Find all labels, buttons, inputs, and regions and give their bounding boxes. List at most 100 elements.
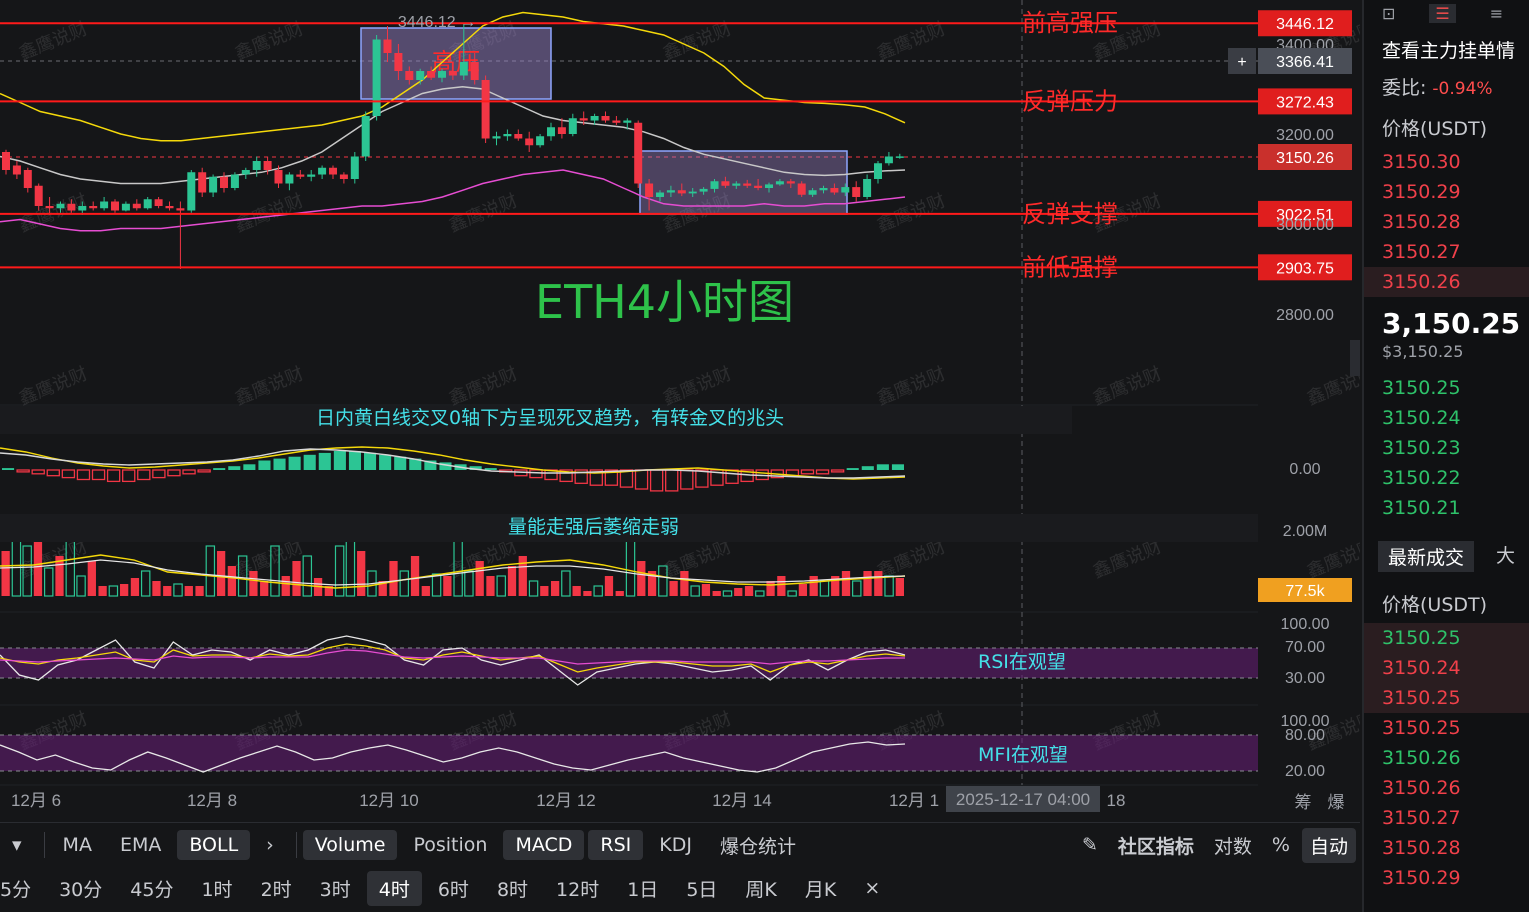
indicator-macd[interactable]: MACD xyxy=(503,830,585,860)
tf-1h[interactable]: 1时 xyxy=(189,871,244,906)
community-indicators-button[interactable]: 社区指标 xyxy=(1110,828,1202,863)
ask-row[interactable]: 3150.30 xyxy=(1364,147,1529,177)
candle-body xyxy=(121,203,130,211)
liquidation-button[interactable]: 爆 xyxy=(1328,793,1345,812)
tf-8h[interactable]: 8时 xyxy=(485,871,540,906)
chip-distribution-button[interactable]: 筹 xyxy=(1295,793,1312,812)
panel-collapse-handle[interactable] xyxy=(1350,340,1360,376)
volume-bar xyxy=(680,571,689,596)
candle-body xyxy=(895,156,904,158)
chart-title: ETH4小时图 xyxy=(535,275,794,329)
trades-list: 3150.25 3150.24 3150.25 3150.25 3150.26 3150.… xyxy=(1364,623,1529,893)
indicator-rsi[interactable]: RSI xyxy=(588,830,644,860)
plus-icon: + xyxy=(1237,54,1246,71)
ask-row[interactable]: 3150.26 xyxy=(1364,267,1529,297)
tf-6h[interactable]: 6时 xyxy=(426,871,481,906)
indicator-boll[interactable]: BOLL xyxy=(177,830,251,860)
trade-row: 3150.25 xyxy=(1364,683,1529,713)
tf-45m[interactable]: 45分 xyxy=(118,871,185,906)
orderbook-title[interactable]: 查看主力挂单情 xyxy=(1364,26,1529,63)
tf-5m[interactable]: 5分 xyxy=(0,871,43,906)
candle-body xyxy=(34,185,43,206)
macd-histogram-bar xyxy=(891,464,904,470)
price-chart[interactable]: 鑫鹰说财 鑫鹰说财 鑫鹰说财 鑫鹰说财 鑫鹰说财 鑫鹰说财 鑫鹰说财鑫鹰说财 鑫鹰说财 鑫鹰说财… xyxy=(0,0,1360,820)
tf-30m[interactable]: 30分 xyxy=(47,871,114,906)
more-main-indicators-icon[interactable]: › xyxy=(254,830,286,860)
volume-bar xyxy=(701,584,711,596)
time-axis-label: 12月 10 xyxy=(359,791,419,810)
candle-body xyxy=(884,156,893,164)
layout-icon[interactable]: ⊡ xyxy=(1382,4,1395,23)
chart-area[interactable]: 鑫鹰说财 鑫鹰说财 鑫鹰说财 鑫鹰说财 鑫鹰说财 鑫鹰说财 鑫鹰说财 鑫鹰说财 鑫鹰说财 鑫鹰说财… xyxy=(0,0,1360,820)
ask-row[interactable]: 3150.27 xyxy=(1364,237,1529,267)
mfi-tick-label: 80.00 xyxy=(1285,727,1325,744)
candle-body xyxy=(143,199,152,209)
candle-body xyxy=(830,188,839,193)
current-price-text: 3150.26 xyxy=(1276,150,1334,167)
tf-5d[interactable]: 5日 xyxy=(674,871,729,906)
list-view-icon[interactable]: ≡ xyxy=(1490,4,1503,23)
candle-body xyxy=(536,136,545,146)
tf-4h[interactable]: 4时 xyxy=(366,870,422,906)
volume-bar xyxy=(389,561,398,596)
candle-body xyxy=(78,206,87,211)
tf-week[interactable]: 周K xyxy=(733,871,788,906)
last-price-block: 3,150.25 $3,150.25 xyxy=(1364,297,1529,361)
edit-icon[interactable]: ✎ xyxy=(1074,830,1106,860)
order-ratio-value: -0.94% xyxy=(1432,79,1493,99)
indicator-ma[interactable]: MA xyxy=(51,830,104,860)
bid-row[interactable]: 3150.24 xyxy=(1364,403,1529,433)
tf-3h[interactable]: 3时 xyxy=(308,871,363,906)
volume-bar xyxy=(669,581,678,596)
bid-row[interactable]: 3150.23 xyxy=(1364,433,1529,463)
volume-bar xyxy=(863,571,872,596)
time-axis-label: 12月 14 xyxy=(712,791,772,810)
last-price: 3,150.25 xyxy=(1382,307,1521,340)
candle-body xyxy=(601,116,610,121)
volume-bar xyxy=(540,586,549,596)
volume-bar xyxy=(184,586,193,596)
bid-row[interactable]: 3150.22 xyxy=(1364,463,1529,493)
high-price-marker: 3446.12 → xyxy=(398,14,476,31)
volume-bar xyxy=(443,576,452,596)
chart-type-dropdown[interactable]: ▾ xyxy=(0,830,34,860)
tf-2h[interactable]: 2时 xyxy=(249,871,304,906)
candle-body xyxy=(339,174,348,179)
candle-body xyxy=(677,190,686,194)
tab-latest-trades[interactable]: 最新成交 xyxy=(1378,541,1475,572)
indicator-position[interactable]: Position xyxy=(401,830,499,860)
candle-body xyxy=(557,127,566,134)
log-scale-toggle[interactable]: 对数 xyxy=(1206,828,1260,863)
candle-body xyxy=(187,172,196,211)
volume-current-text: 77.5k xyxy=(1285,583,1325,600)
tf-1d[interactable]: 1日 xyxy=(615,871,670,906)
auto-scale-toggle[interactable]: 自动 xyxy=(1301,827,1356,863)
macd-histogram-bar xyxy=(228,466,241,470)
close-icon[interactable]: × xyxy=(852,873,892,903)
indicator-kdj[interactable]: KDJ xyxy=(647,830,704,860)
price-tick-label: 3200.00 xyxy=(1276,127,1334,144)
ask-row[interactable]: 3150.28 xyxy=(1364,207,1529,237)
trade-row: 3150.28 xyxy=(1382,837,1461,859)
percent-scale-toggle[interactable]: % xyxy=(1264,830,1298,860)
tf-month[interactable]: 月K xyxy=(793,871,848,906)
tab-large-trades[interactable]: 大 xyxy=(1496,541,1515,572)
macd-histogram-bar xyxy=(2,468,15,470)
volume-bar xyxy=(507,566,517,596)
tf-12h[interactable]: 12时 xyxy=(544,871,611,906)
volume-bar xyxy=(1,551,10,596)
ask-row[interactable]: 3150.29 xyxy=(1364,177,1529,207)
indicator-volume[interactable]: Volume xyxy=(302,830,398,860)
bid-row[interactable]: 3150.21 xyxy=(1364,493,1529,523)
indicator-ema[interactable]: EMA xyxy=(108,830,173,860)
candle-body xyxy=(775,181,784,185)
volume-note: 量能走强后萎缩走弱 xyxy=(508,516,679,538)
indicator-liquidation[interactable]: 爆仓统计 xyxy=(708,828,808,863)
bid-row[interactable]: 3150.25 xyxy=(1364,373,1529,403)
orderbook-price-header: 价格(USDT) xyxy=(1382,118,1488,140)
volume-bar xyxy=(475,561,484,596)
orderbook-view-icon[interactable]: ☰ xyxy=(1429,3,1456,23)
candle-body xyxy=(503,134,512,137)
time-axis-label: 12月 12 xyxy=(536,791,596,810)
macd-histogram-bar xyxy=(861,466,874,470)
